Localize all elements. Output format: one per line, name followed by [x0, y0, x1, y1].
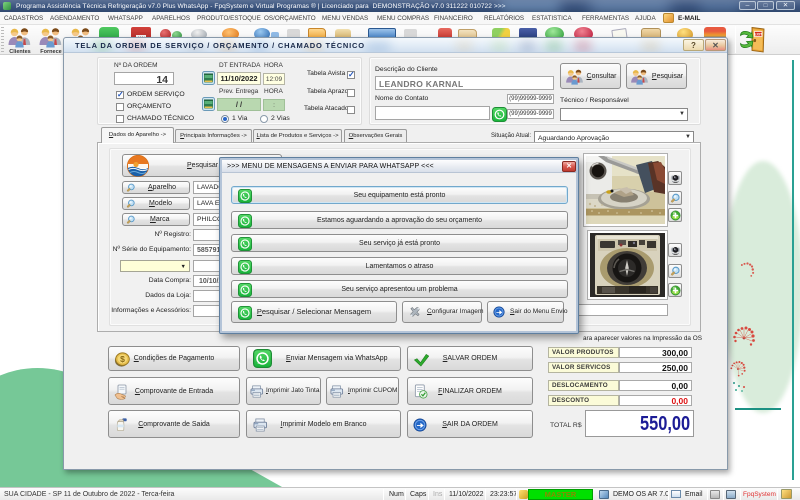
svg-text:EXIT: EXIT: [754, 33, 763, 37]
